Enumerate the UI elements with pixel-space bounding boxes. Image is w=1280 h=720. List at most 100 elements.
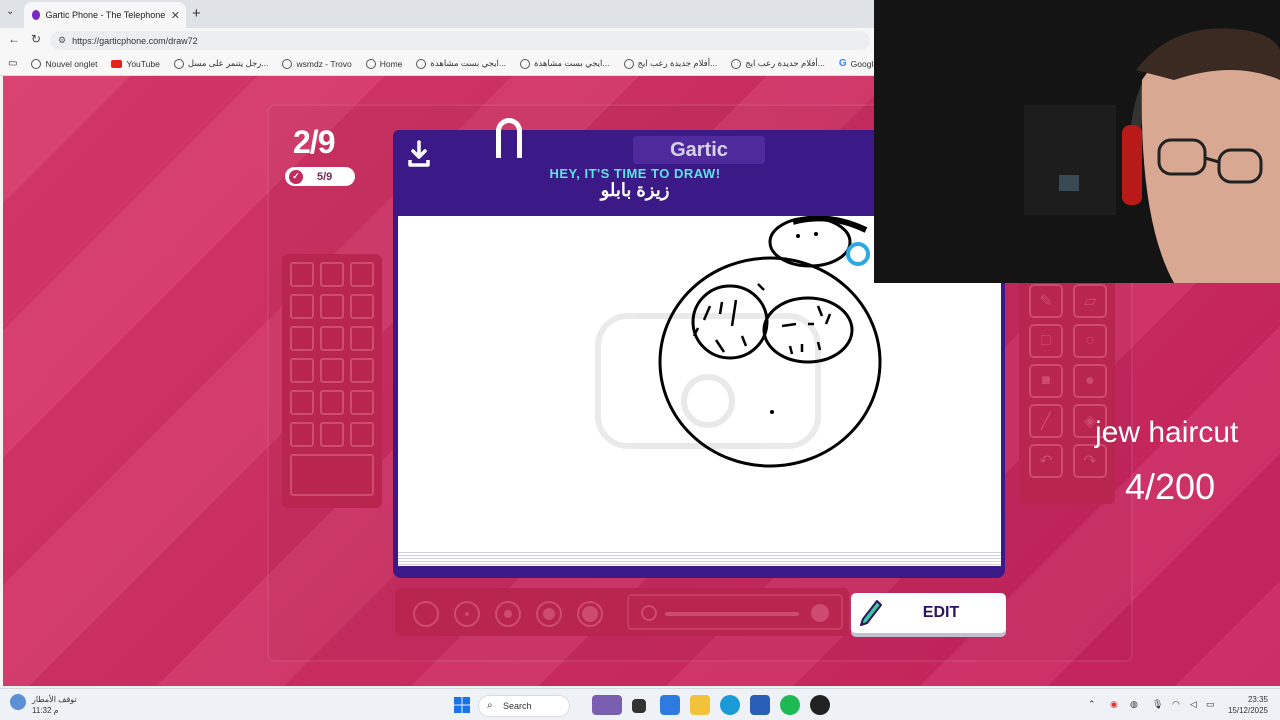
round-counter: 2/9 [293, 124, 335, 160]
globe-icon [416, 58, 427, 69]
back-arrow-icon[interactable]: ← [8, 32, 20, 46]
globe-icon [731, 58, 742, 69]
tray-app-icon[interactable]: ◉ [1110, 699, 1118, 710]
search-icon: ⌕ [487, 700, 493, 711]
clock-date: 15/12/2025 [1227, 706, 1268, 715]
bookmark-item[interactable]: ايجي بست مشاهدة... [519, 58, 610, 69]
url-text: https://garticphone.com/draw72 [72, 35, 198, 46]
site-info-icon[interactable]: ⚙ [58, 35, 66, 46]
bookmark-item[interactable]: YouTube [111, 59, 160, 69]
file-explorer-icon[interactable] [690, 695, 710, 715]
browser-tab[interactable]: Gartic Phone - The Telephone Gam ✕ [24, 2, 186, 28]
bookmark-item[interactable]: رجل يتنمر على مسل... [173, 58, 268, 69]
spotify-icon[interactable] [780, 695, 800, 715]
color-swatch[interactable] [290, 326, 314, 351]
url-input[interactable]: ⚙ https://garticphone.com/draw72 [50, 31, 870, 50]
check-icon: ✓ [289, 169, 303, 184]
color-palette [282, 254, 382, 508]
players-done-badge: ✓ 5/9 [285, 167, 355, 186]
youtube-icon [111, 59, 123, 68]
slider-track[interactable] [665, 612, 799, 616]
color-swatch[interactable] [320, 262, 344, 287]
color-swatch[interactable] [320, 294, 344, 319]
color-swatch[interactable] [320, 390, 344, 415]
globe-icon [365, 58, 376, 69]
reload-icon[interactable]: ↻ [31, 32, 41, 46]
edge-browser-icon[interactable] [720, 695, 740, 715]
rectangle-tool-icon[interactable]: □ [1029, 324, 1063, 358]
task-view-icon[interactable] [632, 699, 646, 713]
line-tool-icon[interactable]: ╱ [1029, 404, 1063, 438]
tray-overflow-icon[interactable]: ⌃ [1088, 699, 1096, 710]
taskbar-search[interactable]: ⌕ Search [478, 695, 570, 717]
brush-size-option[interactable] [577, 601, 603, 627]
clock-time: 23:35 [1247, 695, 1268, 704]
color-swatch[interactable] [350, 294, 374, 319]
color-swatch[interactable] [350, 358, 374, 383]
bookmark-item[interactable]: Nouvel onglet [31, 58, 97, 69]
color-swatch[interactable] [350, 390, 374, 415]
globe-icon [623, 58, 634, 69]
tab-close-icon[interactable]: ✕ [171, 9, 180, 22]
edit-button-label: EDIT [922, 604, 960, 621]
current-color-swatch[interactable] [290, 454, 374, 496]
opacity-slider[interactable] [627, 594, 843, 630]
tab-title: Gartic Phone - The Telephone Gam [45, 10, 166, 20]
download-icon[interactable] [407, 140, 431, 168]
color-swatch[interactable] [290, 294, 314, 319]
color-swatch[interactable] [290, 358, 314, 383]
tab-search-icon[interactable]: ⌄ [6, 6, 14, 17]
paper-edge [398, 550, 1001, 566]
bookmark-item[interactable]: G Google [839, 58, 878, 69]
volume-icon[interactable]: ◁ [1190, 699, 1197, 710]
color-swatch[interactable] [350, 326, 374, 351]
color-swatch[interactable] [290, 422, 314, 447]
copilot-app-icon[interactable] [660, 695, 680, 715]
color-swatch[interactable] [350, 262, 374, 287]
pen-tool-icon[interactable]: ✎ [1029, 284, 1063, 318]
color-swatch[interactable] [290, 262, 314, 287]
ellipse-tool-icon[interactable]: ○ [1073, 324, 1107, 358]
prompt-subject: زيزة بابلو [600, 180, 670, 200]
wifi-icon[interactable]: ◠ [1172, 699, 1180, 710]
color-swatch[interactable] [320, 326, 344, 351]
color-swatch[interactable] [350, 422, 374, 447]
brush-size-option[interactable] [413, 601, 439, 627]
undo-icon[interactable]: ↶ [1029, 444, 1063, 478]
gartic-phone-watermark [595, 313, 821, 449]
weather-icon[interactable] [10, 694, 26, 710]
widget-app-icon[interactable] [592, 695, 622, 715]
bookmark-item[interactable]: أفلام جديدة رعب ايج... [623, 58, 717, 69]
brush-size-option[interactable] [536, 601, 562, 627]
color-swatch[interactable] [320, 422, 344, 447]
bookmark-item[interactable]: ايجي بست مشاهدة... [416, 58, 506, 69]
eraser-tool-icon[interactable]: ▱ [1073, 284, 1107, 318]
filled-ellipse-tool-icon[interactable]: ● [1073, 364, 1107, 398]
filled-rectangle-tool-icon[interactable]: ■ [1029, 364, 1063, 398]
system-clock[interactable]: 23:35 15/12/2025 [1222, 694, 1268, 716]
edit-button[interactable]: EDIT [851, 593, 1006, 633]
microphone-icon[interactable]: 🎙 [1152, 699, 1163, 710]
bookmark-item[interactable]: wsmdz - Trovo [282, 58, 352, 69]
globe-icon [31, 58, 42, 69]
brush-size-option[interactable] [495, 601, 521, 627]
bookmark-item[interactable]: Home [365, 58, 402, 69]
weather-widget[interactable]: توقف الأمطار 11:32 م [32, 694, 77, 716]
windows-start-icon[interactable] [454, 697, 470, 713]
tools-panel: ✎ ▱ □ ○ ■ ● ╱ ◈ ↶ ↷ [1019, 276, 1115, 504]
color-swatch[interactable] [320, 358, 344, 383]
bookmark-item[interactable]: أفلام جديدة رعب ايج... [731, 58, 825, 69]
gartic-favicon-icon [32, 10, 41, 20]
gartic-logo: Gartic [633, 136, 765, 164]
new-tab-button[interactable]: + [192, 5, 201, 22]
store-app-icon[interactable] [750, 695, 770, 715]
globe-icon [282, 58, 293, 69]
reading-list-icon[interactable]: ▭ [8, 58, 17, 69]
brush-size-option[interactable] [454, 601, 480, 627]
recording-app-icon[interactable] [810, 695, 830, 715]
globe-icon [519, 58, 530, 69]
tray-app-icon[interactable]: ◍ [1130, 699, 1138, 710]
battery-icon[interactable]: ▭ [1206, 699, 1215, 710]
color-swatch[interactable] [290, 390, 314, 415]
slider-handle[interactable] [811, 604, 829, 622]
